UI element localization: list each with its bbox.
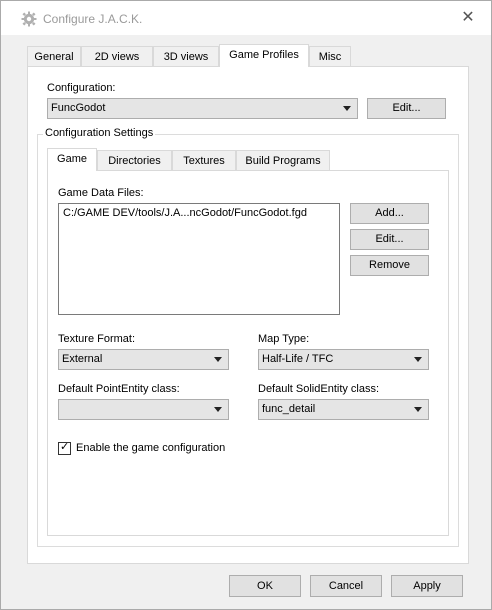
tab-game-profiles[interactable]: Game Profiles (219, 44, 309, 67)
title-bar: Configure J.A.C.K. ✕ (1, 1, 491, 35)
texture-format-label: Texture Format: (58, 333, 136, 345)
button-label: Edit... (392, 102, 421, 114)
tab-textures[interactable]: Textures (172, 150, 236, 170)
configure-dialog: Configure J.A.C.K. ✕ General 2D views 3D… (0, 0, 492, 610)
chevron-down-icon (414, 407, 422, 412)
window-title: Configure J.A.C.K. (43, 12, 143, 26)
chevron-down-icon (414, 357, 422, 362)
add-button[interactable]: Add... (350, 203, 429, 224)
button-label: Edit... (375, 233, 404, 245)
tab-build-programs[interactable]: Build Programs (236, 150, 330, 170)
button-label: Add... (375, 207, 404, 219)
tab-general[interactable]: General (27, 46, 81, 66)
list-item[interactable]: C:/GAME DEV/tools/J.A...ncGodot/FuncGodo… (63, 207, 335, 219)
tab-label: Directories (108, 155, 161, 167)
ok-button[interactable]: OK (229, 575, 301, 597)
tab-label: Misc (318, 51, 342, 63)
tab-label: 3D views (163, 51, 209, 63)
texture-format-value: External (62, 353, 103, 365)
remove-button[interactable]: Remove (350, 255, 429, 276)
configuration-label: Configuration: (47, 82, 116, 94)
tab-label: 2D views (94, 51, 140, 63)
solid-entity-select[interactable]: func_detail (258, 399, 429, 420)
tab-game[interactable]: Game (47, 148, 97, 171)
edit-button[interactable]: Edit... (350, 229, 429, 250)
chevron-down-icon (343, 106, 351, 111)
enable-game-config-label[interactable]: Enable the game configuration (76, 442, 225, 454)
apply-button[interactable]: Apply (391, 575, 463, 597)
game-data-files-list[interactable]: C:/GAME DEV/tools/J.A...ncGodot/FuncGodo… (58, 203, 340, 315)
tab-3d-views[interactable]: 3D views (153, 46, 219, 66)
button-label: OK (257, 580, 273, 592)
configuration-value: FuncGodot (51, 102, 106, 114)
map-type-value: Half-Life / TFC (262, 353, 334, 365)
tab-label: Textures (183, 155, 225, 167)
tab-2d-views[interactable]: 2D views (81, 46, 153, 66)
enable-game-config-checkbox[interactable]: ✓ (58, 441, 71, 455)
point-entity-label: Default PointEntity class: (58, 383, 180, 395)
map-type-select[interactable]: Half-Life / TFC (258, 349, 429, 370)
close-icon: ✕ (461, 9, 475, 26)
game-tab-panel: Game Data Files: C:/GAME DEV/tools/J.A..… (47, 170, 449, 536)
cancel-button[interactable]: Cancel (310, 575, 382, 597)
chevron-down-icon (214, 407, 222, 412)
solid-entity-value: func_detail (262, 403, 316, 415)
solid-entity-label: Default SolidEntity class: (258, 383, 380, 395)
checkmark-icon: ✓ (60, 441, 70, 453)
tab-label: Game (57, 153, 87, 165)
close-button[interactable]: ✕ (445, 1, 491, 35)
texture-format-select[interactable]: External (58, 349, 229, 370)
chevron-down-icon (214, 357, 222, 362)
configuration-settings-title: Configuration Settings (43, 127, 156, 139)
configuration-edit-button[interactable]: Edit... (367, 98, 446, 119)
configuration-select[interactable]: FuncGodot (47, 98, 358, 119)
game-profiles-panel: Configuration: FuncGodot Edit... Configu… (27, 66, 469, 564)
game-data-files-label: Game Data Files: (58, 187, 144, 199)
map-type-label: Map Type: (258, 333, 310, 345)
tab-label: Build Programs (245, 155, 321, 167)
tab-label: Game Profiles (229, 49, 299, 61)
button-label: Cancel (328, 580, 364, 592)
point-entity-select[interactable] (58, 399, 229, 420)
gear-icon (21, 11, 37, 27)
tab-misc[interactable]: Misc (309, 46, 351, 66)
tab-directories[interactable]: Directories (97, 150, 172, 170)
button-label: Remove (369, 259, 410, 271)
button-label: Apply (413, 580, 441, 592)
tab-label: General (34, 51, 74, 63)
